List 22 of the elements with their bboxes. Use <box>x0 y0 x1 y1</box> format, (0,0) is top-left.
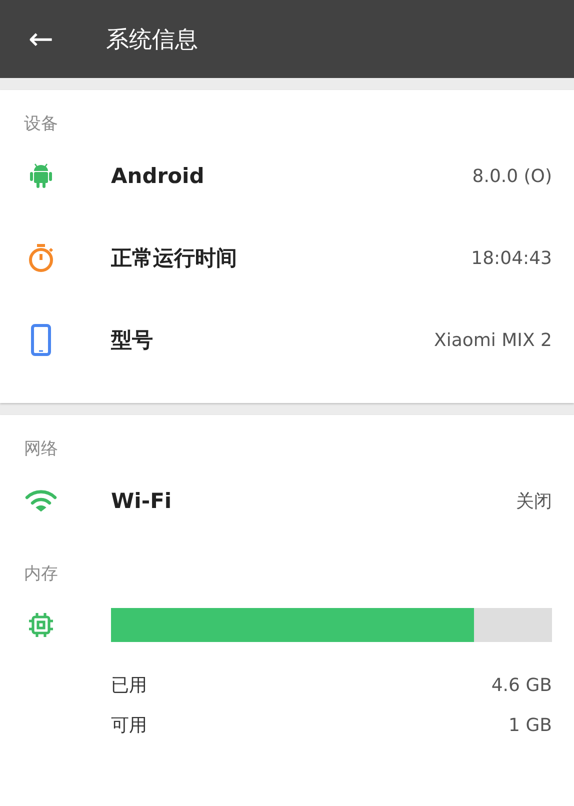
phone-icon <box>30 324 50 356</box>
info-value: 关闭 <box>516 490 552 513</box>
section-header: 设备 <box>24 113 59 135</box>
stopwatch-icon <box>26 243 54 273</box>
info-value: Xiaomi MIX 2 <box>434 330 552 350</box>
stat-label: 可用 <box>111 714 148 737</box>
section-header: 网络 <box>24 438 59 460</box>
back-button[interactable]: ← <box>12 15 70 63</box>
wifi-icon <box>24 490 56 512</box>
section-header: 内存 <box>24 563 59 585</box>
stat-label: 已用 <box>111 674 148 697</box>
chip-icon <box>28 612 54 638</box>
info-value: 8.0.0 (O) <box>472 166 552 186</box>
android-icon <box>30 162 52 190</box>
info-label: Android <box>111 164 206 188</box>
info-label: Wi-Fi <box>111 489 173 513</box>
info-label: 正常运行时间 <box>111 245 238 272</box>
info-label: 型号 <box>111 327 154 354</box>
stat-value: 4.6 GB <box>491 674 552 696</box>
info-value: 18:04:43 <box>471 248 552 268</box>
screen-title: 系统信息 <box>106 26 198 54</box>
stat-value: 1 GB <box>508 714 552 736</box>
